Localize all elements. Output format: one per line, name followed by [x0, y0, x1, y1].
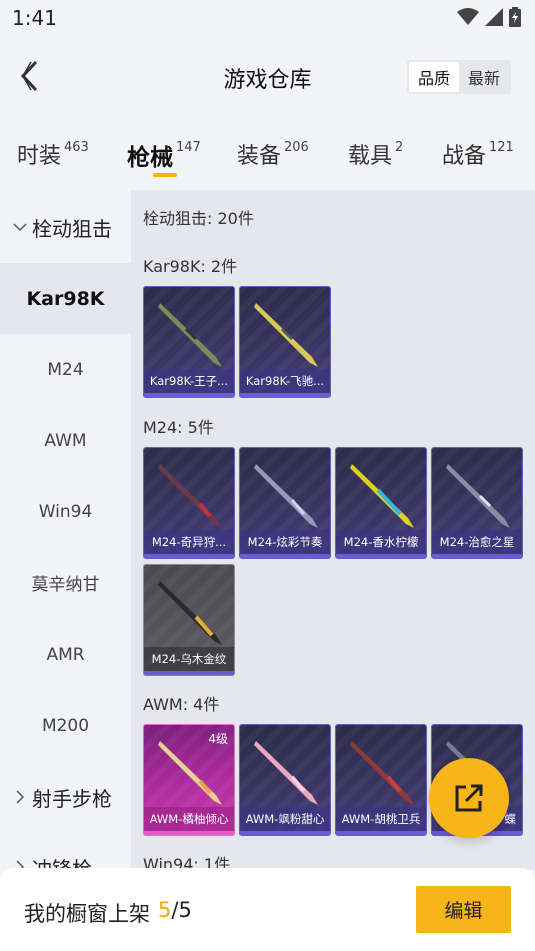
tab-label: 战备	[442, 144, 487, 169]
rifle-icon	[158, 464, 222, 528]
card-label: AWM-橘柚倾心	[144, 807, 234, 831]
sort-toggle: 品质 最新	[407, 60, 511, 94]
tab-gear[interactable]: 战备 121	[442, 138, 514, 170]
group-title-kar98k: Kar98K: 2件	[143, 257, 238, 276]
battery-icon	[509, 7, 521, 27]
tab-label: 时装	[17, 144, 62, 169]
tab-weapons[interactable]: 枪械 147	[127, 138, 201, 172]
card-label: M24-奇异狩...	[144, 530, 234, 554]
weapon-card[interactable]: M24-炫彩节奏	[239, 447, 331, 559]
weapon-card[interactable]: Kar98K-王子...	[143, 286, 235, 398]
chevron-down-icon	[12, 222, 28, 232]
category-tabs: 时装 463 枪械 147 装备 206 载具 2 战备 121	[0, 120, 535, 190]
rifle-icon	[158, 303, 222, 367]
sidebar-item-win94[interactable]: Win94	[0, 476, 131, 547]
sort-quality-option[interactable]: 品质	[409, 62, 459, 92]
sidebar-item-amr[interactable]: AMR	[0, 619, 131, 690]
tab-count: 121	[489, 140, 514, 155]
tab-count: 206	[284, 140, 309, 155]
status-icons	[457, 7, 521, 27]
tab-label: 载具	[348, 144, 393, 169]
card-label: M24-香水柠檬	[336, 530, 426, 554]
status-bar: 1:41	[0, 0, 535, 36]
showcase-current-count: 5	[158, 898, 172, 922]
sidebar-category-label: 栓动狙击	[32, 216, 112, 241]
sort-newest-option[interactable]: 最新	[459, 62, 509, 92]
sidebar: 栓动狙击 Kar98K M24 AWM Win94 莫辛纳甘 AMR M200 …	[0, 190, 131, 870]
status-time: 1:41	[12, 6, 57, 30]
weapon-card[interactable]: AWM-胡桃卫兵	[335, 724, 427, 836]
rifle-icon	[254, 464, 318, 528]
tab-label: 装备	[237, 144, 282, 169]
card-label: AWM-飒粉甜心	[240, 807, 330, 831]
tab-outfits[interactable]: 时装 463	[17, 138, 89, 170]
rifle-icon	[158, 581, 222, 645]
rifle-icon	[254, 741, 318, 805]
card-label: Kar98K-王子...	[144, 369, 234, 393]
showcase-separator: /	[171, 898, 179, 922]
edit-button[interactable]: 编辑	[416, 886, 511, 933]
tab-label: 枪械	[127, 145, 173, 171]
group-title-m24: M24: 5件	[143, 418, 214, 437]
sidebar-item-m24[interactable]: M24	[0, 334, 131, 405]
card-label: Kar98K-飞驰...	[240, 369, 330, 393]
weapon-card[interactable]: Kar98K-飞驰...	[239, 286, 331, 398]
card-label: M24-炫彩节奏	[240, 530, 330, 554]
weapon-card[interactable]: 4级 AWM-橘柚倾心	[143, 724, 235, 836]
header: 游戏仓库 品质 最新	[0, 36, 535, 120]
weapon-card[interactable]: M24-治愈之星	[431, 447, 523, 559]
weapon-card[interactable]: M24-香水柠檬	[335, 447, 427, 559]
section-summary: 栓动狙击: 20件	[143, 209, 254, 228]
chevron-right-icon	[12, 790, 28, 804]
share-button[interactable]	[429, 758, 509, 838]
signal-icon	[485, 8, 503, 26]
tab-count: 147	[176, 140, 201, 155]
rifle-icon	[350, 741, 414, 805]
group-title-awm: AWM: 4件	[143, 695, 220, 714]
tab-vehicles[interactable]: 载具 2	[348, 138, 403, 170]
tab-count: 2	[395, 140, 404, 155]
rifle-icon	[254, 303, 318, 367]
weapon-card[interactable]: M24-乌木金纹	[143, 564, 235, 676]
active-tab-indicator	[153, 173, 177, 177]
sidebar-category-label: 射手步枪	[32, 786, 112, 811]
weapon-card[interactable]: M24-奇异狩...	[143, 447, 235, 559]
wifi-icon	[457, 8, 479, 25]
sidebar-category-bolt-action[interactable]: 栓动狙击	[0, 192, 131, 262]
showcase-bar: 我的橱窗上架 5 / 5 编辑	[0, 868, 535, 951]
showcase-total-count: 5	[178, 898, 192, 922]
sidebar-item-awm[interactable]: AWM	[0, 405, 131, 476]
rifle-icon	[350, 464, 414, 528]
showcase-status: 我的橱窗上架 5 / 5	[24, 898, 192, 928]
tab-equipment[interactable]: 装备 206	[237, 138, 309, 170]
card-label: AWM-胡桃卫兵	[336, 807, 426, 831]
rifle-icon	[446, 464, 510, 528]
card-label: M24-乌木金纹	[144, 647, 234, 671]
showcase-label: 我的橱窗上架	[24, 902, 150, 926]
level-badge: 4级	[208, 732, 228, 746]
card-label: M24-治愈之星	[432, 530, 522, 554]
weapon-card[interactable]: AWM-飒粉甜心	[239, 724, 331, 836]
sidebar-item-mosin[interactable]: 莫辛纳甘	[0, 547, 131, 618]
sidebar-category-smg[interactable]: 冲锋枪	[0, 832, 131, 870]
sidebar-item-kar98k[interactable]: Kar98K	[0, 263, 131, 334]
share-icon	[455, 784, 483, 812]
sidebar-item-m200[interactable]: M200	[0, 690, 131, 761]
tab-count: 463	[64, 140, 89, 155]
sidebar-category-marksman[interactable]: 射手步枪	[0, 762, 131, 832]
